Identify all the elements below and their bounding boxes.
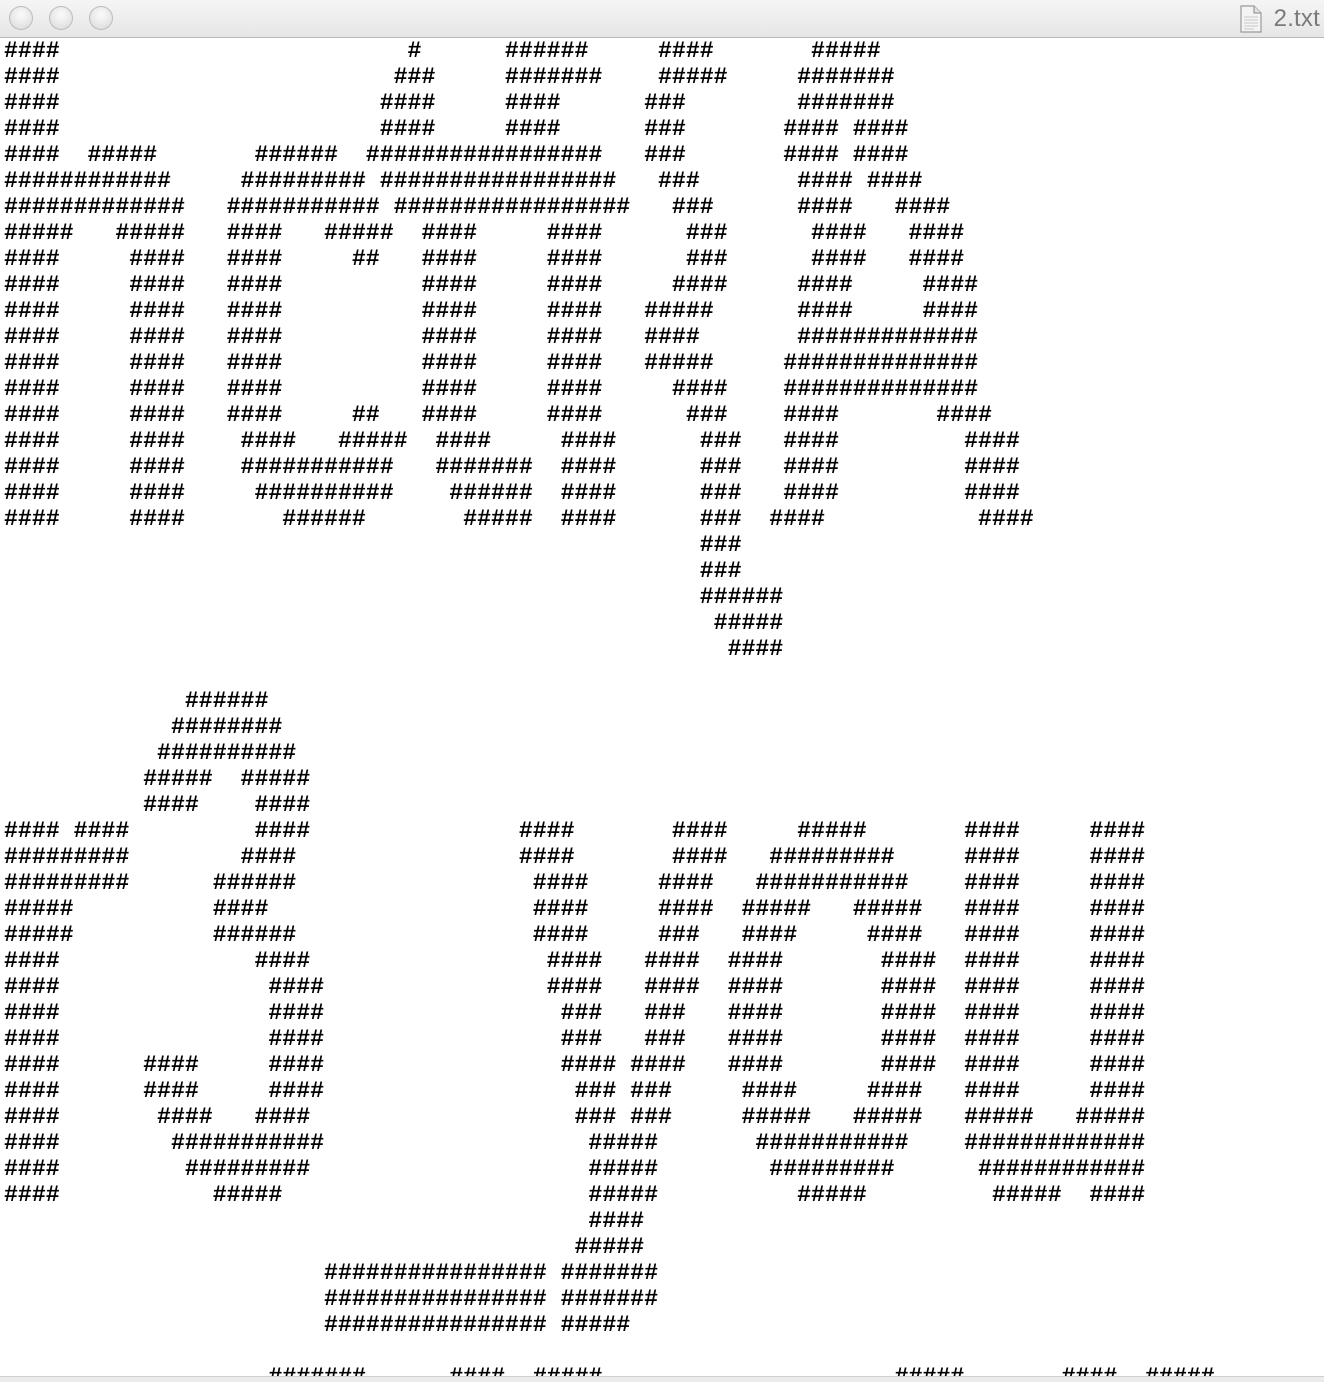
document-text[interactable]: #### # ###### #### ##### #### ### ######… [0,38,1324,1376]
close-button[interactable] [9,6,33,30]
title-bar[interactable]: 2.txt [0,0,1324,38]
zoom-button[interactable] [89,6,113,30]
text-content-area[interactable]: #### # ###### #### ##### #### ### ######… [0,38,1324,1376]
window-bottom-edge [0,1376,1324,1382]
window-title: 2.txt [1273,5,1320,32]
minimize-button[interactable] [49,6,73,30]
window-title-group: 2.txt [1240,3,1320,35]
text-editor-window: 2.txt #### # ###### #### ##### #### ### … [0,0,1324,1382]
document-icon [1240,5,1262,33]
